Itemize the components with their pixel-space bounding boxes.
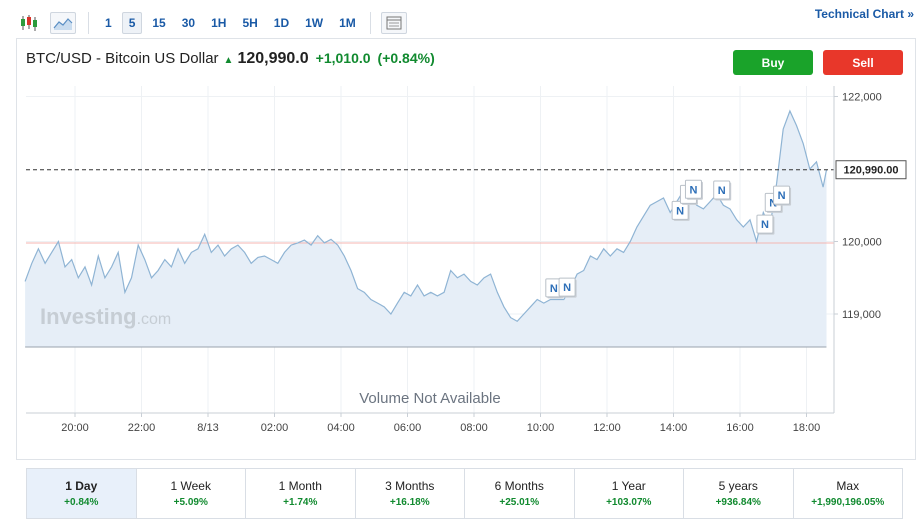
instrument-title: BTC/USD - Bitcoin US Dollar ▲ 120,990.0 …: [26, 50, 435, 68]
news-marker-letter: N: [718, 185, 726, 197]
news-marker-letter: N: [676, 205, 684, 217]
period-label: 1 Day: [65, 479, 98, 493]
x-tick-label: 14:00: [660, 422, 688, 434]
period-1-month[interactable]: 1 Month +1.74%: [246, 469, 356, 518]
x-tick-label: 06:00: [394, 422, 422, 434]
news-marker[interactable]: N: [684, 179, 703, 200]
price-change: +1,010.0: [315, 50, 371, 66]
news-marker[interactable]: N: [558, 277, 577, 298]
news-marker[interactable]: N: [773, 185, 792, 206]
x-tick-label: 12:00: [593, 422, 621, 434]
y-tick-label: 120,000: [842, 237, 882, 249]
up-arrow-icon: ▲: [223, 55, 234, 66]
period-change: +936.84%: [715, 497, 761, 508]
period-change: +25.01%: [499, 497, 540, 508]
period-change: +1.74%: [283, 497, 318, 508]
period-label: 1 Month: [278, 479, 322, 493]
period-6-months[interactable]: 6 Months +25.01%: [465, 469, 575, 518]
period-label: 1 Week: [170, 479, 211, 493]
x-tick-label: 18:00: [793, 422, 821, 434]
period-max[interactable]: Max +1,990,196.05%: [794, 469, 903, 518]
x-tick-label: 16:00: [726, 422, 754, 434]
news-marker-letter: N: [761, 219, 769, 231]
news-marker-letter: N: [550, 283, 558, 295]
news-marker-letter: N: [563, 282, 571, 294]
y-tick-label: 122,000: [842, 92, 882, 104]
x-axis: 20:00 22:00 8/13 02:00 04:00 06:00 08:00 10:00 1…: [61, 413, 820, 434]
current-price-label: 120,990.00: [835, 160, 907, 180]
x-tick-label: 10:00: [527, 422, 555, 434]
period-5-years[interactable]: 5 years +936.84%: [684, 469, 794, 518]
x-tick-label: 08:00: [460, 422, 488, 434]
news-marker[interactable]: N: [756, 214, 775, 235]
x-tick-label: 20:00: [61, 422, 89, 434]
period-change: +0.84%: [64, 497, 99, 508]
volume-not-available: Volume Not Available: [359, 390, 500, 407]
x-tick-label: 8/13: [197, 422, 218, 434]
price-chart[interactable]: Investing.com NNNNNNNNN 122,000120,00011…: [0, 0, 924, 527]
period-1-year[interactable]: 1 Year +103.07%: [575, 469, 684, 518]
price-change-percent: (+0.84%): [377, 50, 435, 66]
period-label: 6 Months: [494, 479, 544, 493]
news-marker-letter: N: [778, 190, 786, 202]
news-marker[interactable]: N: [713, 180, 732, 201]
period-label: 3 Months: [385, 479, 435, 493]
period-change: +5.09%: [173, 497, 208, 508]
current-price-text: 120,990.00: [843, 165, 898, 177]
instrument-name: BTC/USD - Bitcoin US Dollar: [26, 50, 219, 67]
x-tick-label: 02:00: [261, 422, 289, 434]
news-marker-letter: N: [689, 184, 697, 196]
period-1-week[interactable]: 1 Week +5.09%: [137, 469, 246, 518]
y-tick-label: 119,000: [842, 309, 881, 321]
x-tick-label: 04:00: [327, 422, 355, 434]
period-change: +16.18%: [389, 497, 430, 508]
period-label: Max: [836, 479, 860, 493]
x-tick-label: 22:00: [128, 422, 156, 434]
buy-button[interactable]: Buy: [733, 50, 813, 75]
last-price: 120,990.0: [237, 50, 309, 67]
period-selector: 1 Day +0.84% 1 Week +5.09% 1 Month +1.74% 3 Mo…: [26, 468, 903, 519]
period-label: 5 years: [718, 479, 758, 493]
period-label: 1 Year: [611, 479, 646, 493]
period-change: +1,990,196.05%: [811, 497, 885, 508]
period-change: +103.07%: [606, 497, 652, 508]
period-1-day[interactable]: 1 Day +0.84%: [27, 469, 137, 518]
sell-button[interactable]: Sell: [823, 50, 903, 75]
y-axis: 122,000 120,000 119,000: [834, 92, 882, 321]
period-3-months[interactable]: 3 Months +16.18%: [356, 469, 465, 518]
